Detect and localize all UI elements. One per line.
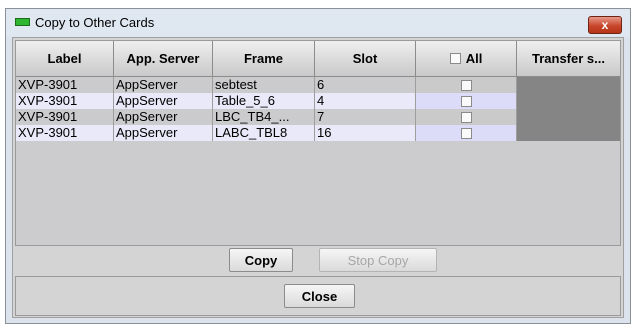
- cell-all: [416, 93, 517, 109]
- cell-frame: LBC_TB4_...: [213, 109, 315, 125]
- column-header-label[interactable]: Label: [16, 41, 114, 77]
- cell-frame: sebtest: [213, 77, 315, 93]
- column-header-frame[interactable]: Frame: [213, 41, 315, 77]
- window-title: Copy to Other Cards: [35, 15, 155, 30]
- table-row[interactable]: XVP-3901 AppServer LBC_TB4_... 7: [16, 109, 620, 125]
- select-all-checkbox[interactable]: [449, 53, 461, 64]
- cell-slot: 6: [315, 77, 416, 93]
- table-row[interactable]: XVP-3901 AppServer LABC_TBL8 16: [16, 125, 620, 141]
- close-button[interactable]: Close: [284, 284, 355, 308]
- row-select-checkbox[interactable]: [460, 111, 472, 123]
- cell-slot: 7: [315, 109, 416, 125]
- cell-slot: 4: [315, 93, 416, 109]
- table-row[interactable]: XVP-3901 AppServer sebtest 6: [16, 77, 620, 93]
- copy-to-other-cards-dialog: Copy to Other Cards x Label App. Server …: [5, 8, 631, 324]
- cell-transfer-status: [517, 77, 620, 93]
- title-bar[interactable]: Copy to Other Cards x: [6, 9, 630, 37]
- cell-label: XVP-3901: [16, 93, 114, 109]
- column-header-all[interactable]: All: [416, 41, 517, 77]
- cell-app-server: AppServer: [114, 93, 213, 109]
- dialog-content: Label App. Server Frame Slot All Transfe…: [12, 37, 624, 318]
- row-select-checkbox[interactable]: [460, 95, 472, 107]
- cell-app-server: AppServer: [114, 109, 213, 125]
- cell-label: XVP-3901: [16, 77, 114, 93]
- row-select-checkbox[interactable]: [460, 127, 472, 139]
- cards-table: Label App. Server Frame Slot All Transfe…: [15, 40, 621, 246]
- column-header-slot[interactable]: Slot: [315, 41, 416, 77]
- cell-frame: Table_5_6: [213, 93, 315, 109]
- cell-transfer-status: [517, 109, 620, 125]
- action-buttons: Copy Stop Copy: [15, 248, 621, 272]
- column-header-app-server[interactable]: App. Server: [114, 41, 213, 77]
- close-icon[interactable]: x: [588, 16, 622, 34]
- copy-button[interactable]: Copy: [229, 248, 293, 272]
- cell-app-server: AppServer: [114, 77, 213, 93]
- cell-frame: LABC_TBL8: [213, 125, 315, 141]
- table-row[interactable]: XVP-3901 AppServer Table_5_6 4: [16, 93, 620, 109]
- stop-copy-button[interactable]: Stop Copy: [319, 248, 437, 272]
- cell-all: [416, 109, 517, 125]
- cell-all: [416, 125, 517, 141]
- cell-label: XVP-3901: [16, 125, 114, 141]
- cell-all: [416, 77, 517, 93]
- cell-transfer-status: [517, 125, 620, 141]
- footer-bar: Close: [15, 276, 621, 316]
- row-select-checkbox[interactable]: [460, 79, 472, 91]
- column-header-transfer-status[interactable]: Transfer s...: [517, 41, 620, 77]
- cell-slot: 16: [315, 125, 416, 141]
- cell-transfer-status: [517, 93, 620, 109]
- cell-app-server: AppServer: [114, 125, 213, 141]
- cell-label: XVP-3901: [16, 109, 114, 125]
- green-card-icon: [15, 18, 30, 26]
